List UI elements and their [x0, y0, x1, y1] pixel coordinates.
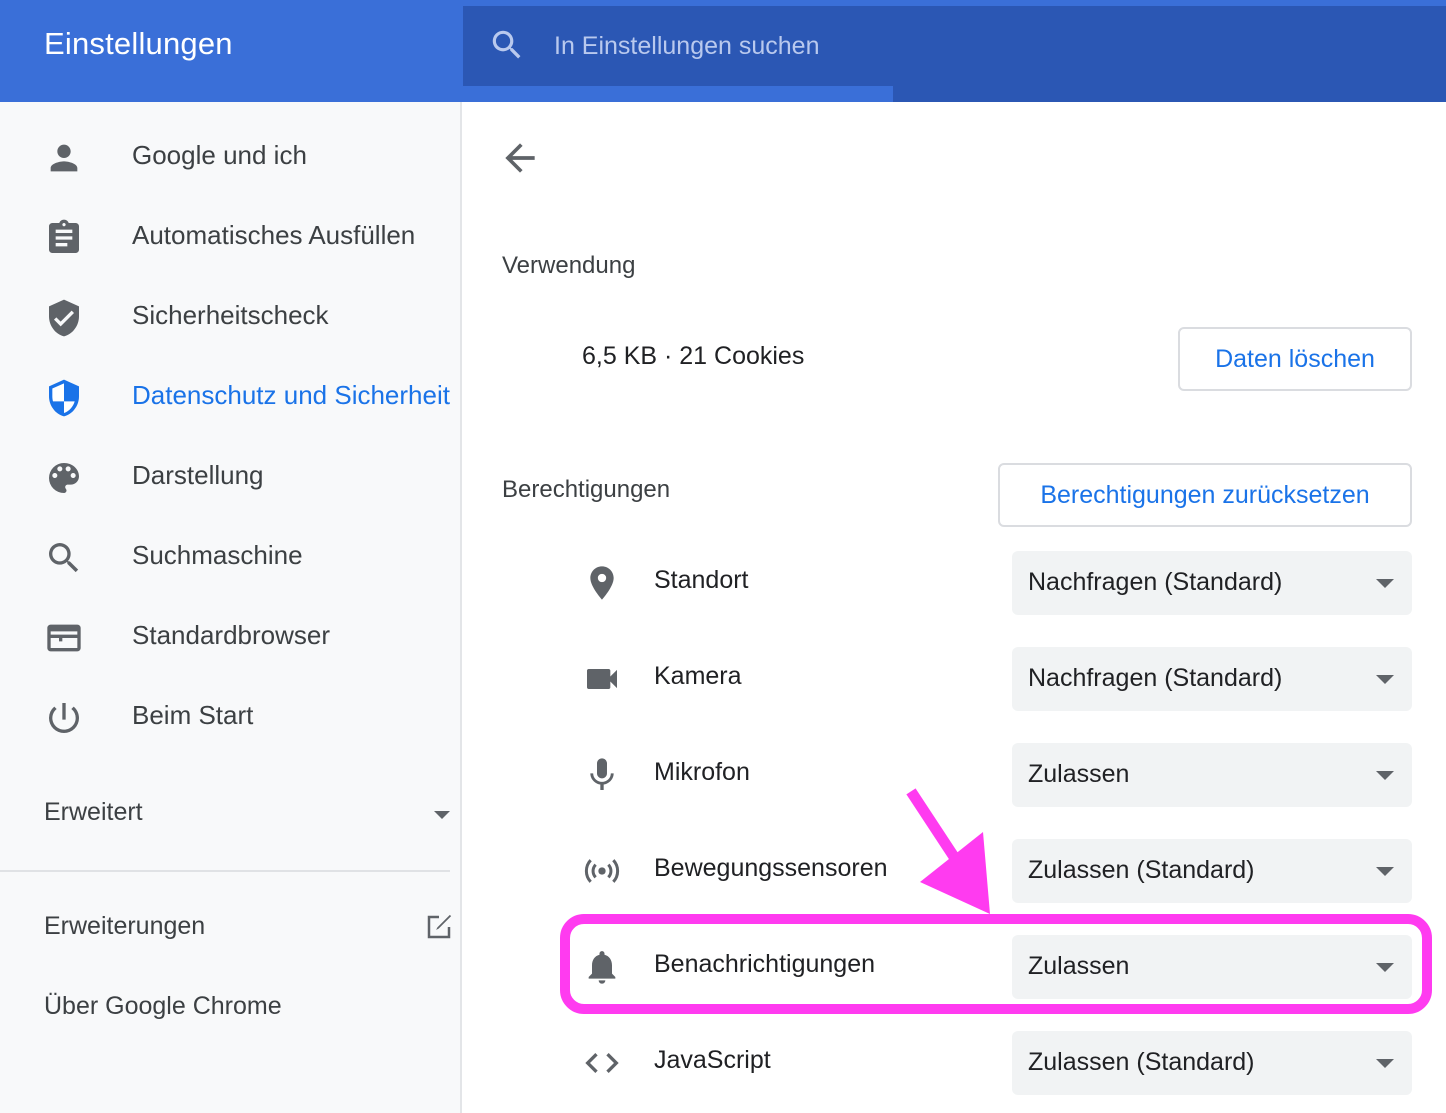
sidebar-divider [0, 870, 450, 872]
sidebar: Google und ich Automatisches Ausfüllen S… [0, 102, 462, 1113]
sidebar-item-label: Sicherheitscheck [132, 300, 329, 330]
permission-select-microphone[interactable]: Zulassen [1012, 743, 1412, 807]
clipboard-icon [49, 219, 79, 253]
microphone-icon [590, 758, 614, 790]
permission-select-motion-sensors[interactable]: Zulassen (Standard) [1012, 839, 1412, 903]
shield-icon [49, 379, 79, 417]
sidebar-item-extensions[interactable]: Erweiterungen [0, 888, 460, 968]
sidebar-item-about-chrome[interactable]: Über Google Chrome [0, 968, 460, 1048]
sidebar-item-label: Google und ich [132, 140, 307, 170]
permission-row-camera: Kamera Nachfragen (Standard) [560, 631, 1420, 727]
dropdown-arrow-icon [1376, 675, 1394, 684]
browser-icon [47, 624, 81, 652]
dropdown-arrow-icon [1376, 867, 1394, 876]
usage-heading: Verwendung [502, 252, 636, 279]
back-arrow-icon[interactable] [498, 136, 542, 180]
permission-label: Mikrofon [654, 758, 750, 786]
permission-label: JavaScript [654, 1046, 771, 1074]
permission-label: Standort [654, 566, 749, 594]
sidebar-item-label: Datenschutz und Sicherheit [132, 380, 450, 410]
permission-select-value: Zulassen (Standard) [1028, 1048, 1255, 1076]
shield-check-icon [49, 299, 79, 337]
sidebar-item-search-engine[interactable]: Suchmaschine [0, 518, 460, 598]
permission-select-value: Nachfragen (Standard) [1028, 664, 1283, 692]
search-box-strip [893, 86, 1446, 102]
sidebar-item-label: Darstellung [132, 460, 264, 490]
dropdown-arrow-icon [1376, 579, 1394, 588]
person-icon [50, 144, 78, 172]
sidebar-advanced-toggle[interactable]: Erweitert [0, 774, 460, 854]
code-icon [585, 1053, 619, 1073]
permission-select-value: Nachfragen (Standard) [1028, 568, 1283, 596]
clear-data-button[interactable]: Daten löschen [1178, 327, 1412, 391]
dropdown-arrow-icon [1376, 771, 1394, 780]
permission-label: Kamera [654, 662, 742, 690]
permission-row-javascript: JavaScript Zulassen (Standard) [560, 1015, 1420, 1111]
sidebar-item-google-und-ich[interactable]: Google und ich [0, 118, 460, 198]
reset-permissions-button[interactable]: Berechtigungen zurücksetzen [998, 463, 1412, 527]
sidebar-item-safety-check[interactable]: Sicherheitscheck [0, 278, 460, 358]
open-in-new-icon [427, 914, 452, 939]
power-icon [48, 703, 79, 733]
sidebar-item-default-browser[interactable]: Standardbrowser [0, 598, 460, 678]
permission-select-javascript[interactable]: Zulassen (Standard) [1012, 1031, 1412, 1095]
permission-select-value: Zulassen [1028, 760, 1130, 788]
sidebar-extensions-label: Erweiterungen [44, 912, 206, 940]
permission-select-camera[interactable]: Nachfragen (Standard) [1012, 647, 1412, 711]
usage-summary: 6,5 KB · 21 Cookies [582, 342, 805, 370]
annotation-highlight-box [560, 914, 1432, 1014]
sidebar-item-label: Suchmaschine [132, 540, 303, 570]
sidebar-item-privacy-security[interactable]: Datenschutz und Sicherheit [0, 358, 460, 438]
motion-sensor-icon [584, 859, 620, 883]
permission-row-motion-sensors: Bewegungssensoren Zulassen (Standard) [560, 823, 1420, 919]
sidebar-item-label: Standardbrowser [132, 620, 330, 650]
permissions-heading: Berechtigungen [502, 476, 671, 503]
chevron-down-icon [434, 811, 450, 819]
sidebar-item-autofill[interactable]: Automatisches Ausfüllen [0, 198, 460, 278]
search-input[interactable] [554, 26, 1154, 66]
dropdown-arrow-icon [1376, 1059, 1394, 1068]
permission-row-microphone: Mikrofon Zulassen [560, 727, 1420, 823]
sidebar-item-label: Beim Start [132, 700, 254, 730]
sidebar-item-appearance[interactable]: Darstellung [0, 438, 460, 518]
search-icon [49, 543, 79, 573]
permission-row-location: Standort Nachfragen (Standard) [560, 535, 1420, 631]
page-title: Einstellungen [44, 26, 233, 61]
camera-icon [587, 669, 617, 689]
location-pin-icon [590, 566, 614, 600]
sidebar-about-label: Über Google Chrome [44, 992, 282, 1020]
search-icon[interactable] [488, 26, 526, 64]
sidebar-advanced-label: Erweitert [44, 798, 143, 826]
permission-select-location[interactable]: Nachfragen (Standard) [1012, 551, 1412, 615]
palette-icon [49, 463, 79, 493]
permission-select-value: Zulassen (Standard) [1028, 856, 1255, 884]
sidebar-item-on-startup[interactable]: Beim Start [0, 678, 460, 758]
sidebar-item-label: Automatisches Ausfüllen [132, 220, 416, 250]
permission-label: Bewegungssensoren [654, 854, 888, 882]
